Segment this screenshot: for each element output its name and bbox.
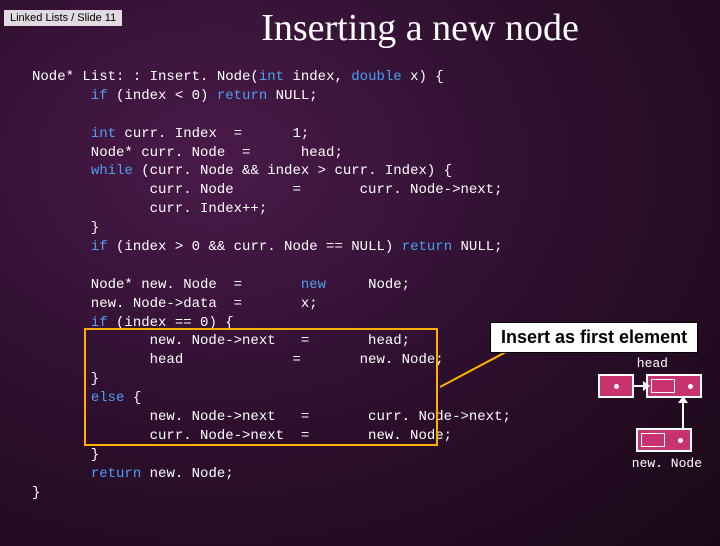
slide-header: Linked Lists / Slide 11: [4, 10, 122, 26]
code-line: curr. Node = curr. Node->next;: [32, 182, 502, 198]
code-line: new. Node->data = x;: [32, 296, 318, 312]
newnode-label: new. Node: [632, 456, 702, 471]
arrow-head-icon: [643, 381, 650, 391]
pointer-dot: [614, 384, 619, 389]
code-line: int curr. Index = 1;: [32, 126, 309, 142]
linked-list-diagram: head new. Node: [542, 356, 702, 496]
node-data: [641, 433, 665, 447]
code-line: while (curr. Node && index > curr. Index…: [32, 163, 452, 179]
code-line: if (index < 0) return NULL;: [32, 88, 318, 104]
arrow-up: [682, 400, 684, 428]
code-line: curr. Node->next = new. Node;: [32, 428, 452, 444]
head-label: head: [637, 356, 668, 371]
code-line: return new. Node;: [32, 466, 234, 482]
code-line: }: [32, 371, 99, 387]
code-line: if (index == 0) {: [32, 315, 234, 331]
code-line: head = new. Node;: [32, 352, 444, 368]
code-line: if (index > 0 && curr. Node == NULL) ret…: [32, 239, 503, 255]
node-data: [651, 379, 675, 393]
code-line: }: [32, 220, 99, 236]
pointer-dot: [688, 384, 693, 389]
pointer-dot: [678, 438, 683, 443]
code-line: Node* curr. Node = head;: [32, 145, 343, 161]
code-line: }: [32, 447, 99, 463]
callout-label: Insert as first element: [490, 322, 698, 353]
arrow-head-icon: [678, 396, 688, 403]
code-line: }: [32, 485, 40, 501]
code-line: else {: [32, 390, 141, 406]
code-line: Node* List: : Insert. Node(int index, do…: [32, 69, 444, 85]
code-line: new. Node->next = head;: [32, 333, 410, 349]
code-line: new. Node->next = curr. Node->next;: [32, 409, 511, 425]
node-box: [646, 374, 702, 398]
code-line: Node* new. Node = new Node;: [32, 277, 410, 293]
new-node-box: [636, 428, 692, 452]
head-box: [598, 374, 634, 398]
code-line: curr. Index++;: [32, 201, 267, 217]
slide-title: Inserting a new node: [120, 6, 720, 50]
